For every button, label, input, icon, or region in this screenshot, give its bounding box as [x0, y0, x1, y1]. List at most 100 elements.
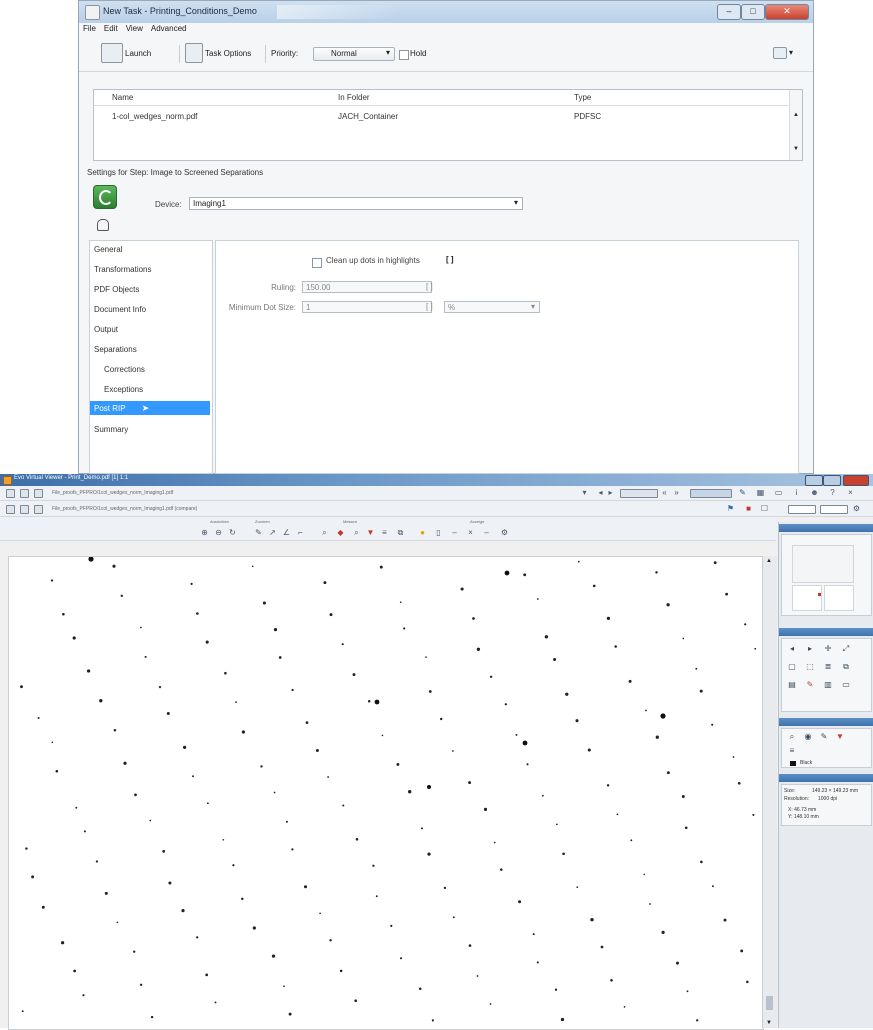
options-menu-icon[interactable]	[773, 47, 787, 59]
nav-item-post-rip[interactable]: Post RIP ➤	[90, 401, 210, 415]
file-type-cell[interactable]: PDFSC	[574, 112, 601, 121]
image-canvas[interactable]	[8, 556, 764, 1030]
window-icon[interactable]: ▭	[842, 681, 850, 689]
angle-icon[interactable]: ∠	[282, 528, 291, 537]
checkbox-icon[interactable]: ☐	[760, 504, 769, 513]
prev-page-icon[interactable]: ◂	[596, 488, 605, 497]
minimize-button[interactable]	[805, 475, 823, 486]
hand-icon[interactable]: ◂	[788, 645, 796, 653]
nav-item-document-info[interactable]: Document Info	[94, 305, 146, 314]
copy-icon[interactable]: ⧉	[842, 663, 850, 671]
close-button[interactable]	[843, 475, 869, 486]
flag-icon[interactable]: ⚑	[726, 504, 735, 513]
last-page-icon[interactable]: »	[672, 488, 681, 497]
nav-item-output[interactable]: Output	[94, 325, 118, 334]
first-page-icon[interactable]: «	[660, 488, 669, 497]
gear-icon[interactable]: ⚙	[500, 528, 509, 537]
nav-item-transformations[interactable]: Transformations	[94, 265, 152, 274]
reload-icon[interactable]	[34, 505, 43, 514]
zoom-field[interactable]	[690, 489, 732, 498]
minus-icon[interactable]: –	[482, 528, 491, 537]
column-header-folder[interactable]: In Folder	[338, 93, 370, 102]
task-options-button[interactable]: Task Options	[205, 45, 251, 63]
minimize-button[interactable]: –	[717, 4, 741, 20]
brackets-icon[interactable]: [ ]	[426, 282, 433, 291]
nav-item-exceptions[interactable]: Exceptions	[104, 385, 143, 394]
color-swatch-icon[interactable]: ■	[744, 504, 753, 513]
rotate-icon[interactable]: ↻	[228, 528, 237, 537]
refresh-step-icon[interactable]	[93, 185, 117, 209]
maximize-button[interactable]	[823, 475, 841, 486]
settings-icon[interactable]: ⚙	[852, 504, 861, 513]
ruling-input[interactable]: 150.00	[302, 281, 432, 293]
close-icon[interactable]: ×	[846, 488, 855, 497]
scroll-up-icon[interactable]: ▲	[766, 558, 772, 564]
grid-icon[interactable]: ▦	[756, 488, 765, 497]
chevron-down-icon[interactable]: ▾	[789, 44, 793, 62]
scroll-down-icon[interactable]: ▼	[766, 1020, 772, 1026]
unit-select[interactable]: % ▾	[444, 301, 540, 313]
reload-icon[interactable]	[34, 489, 43, 498]
brackets-icon[interactable]: [ ]	[426, 302, 433, 311]
page-thumbnail[interactable]	[792, 545, 854, 583]
chevron-down-icon[interactable]: ▾	[580, 488, 589, 497]
ruler-icon[interactable]: ▭	[774, 488, 783, 497]
help-icon[interactable]: ?	[828, 488, 837, 497]
file-name-cell[interactable]: 1-col_wedges_norm.pdf	[112, 112, 197, 121]
scroll-up-icon[interactable]: ▲	[793, 112, 799, 118]
min-dot-size-input[interactable]: 1	[302, 301, 432, 313]
close-icon[interactable]: ×	[466, 528, 475, 537]
launch-icon[interactable]	[101, 43, 123, 63]
menu-view[interactable]: View	[122, 23, 147, 34]
menu-file[interactable]: File	[79, 23, 100, 34]
chart-icon[interactable]: ▥	[824, 681, 832, 689]
pointer-icon[interactable]: ▸	[806, 645, 814, 653]
nav-item-general[interactable]: General	[94, 245, 122, 254]
close-button[interactable]: ✕	[765, 4, 809, 20]
open-file-icon[interactable]	[6, 489, 15, 498]
print-icon[interactable]: ▤	[788, 681, 796, 689]
select-icon[interactable]: ⬚	[806, 663, 814, 671]
color-picker-icon[interactable]: ✎	[738, 488, 747, 497]
compare-field-2[interactable]	[820, 505, 848, 514]
save-icon[interactable]	[20, 505, 29, 514]
nav-item-corrections[interactable]: Corrections	[104, 365, 145, 374]
device-select[interactable]: Imaging1 ▾	[189, 197, 523, 210]
crop-icon[interactable]: ⌐	[296, 528, 305, 537]
priority-select[interactable]: Normal ▾	[313, 47, 395, 61]
layers-icon[interactable]: ≡	[380, 528, 389, 537]
page-icon[interactable]: ▯	[434, 528, 443, 537]
pencil-icon[interactable]: ✎	[254, 528, 263, 537]
user-icon[interactable]: ☻	[810, 488, 819, 497]
target-icon[interactable]: ✛	[824, 645, 832, 653]
page-thumbnail[interactable]	[792, 585, 822, 611]
maximize-button[interactable]: □	[741, 4, 765, 20]
compare-icon[interactable]: ⧉	[396, 528, 405, 537]
save-icon[interactable]	[20, 489, 29, 498]
notification-bell-icon[interactable]	[97, 219, 109, 231]
scroll-down-icon[interactable]: ▼	[793, 146, 799, 152]
open-file-icon[interactable]	[6, 505, 15, 514]
marker-icon[interactable]: ◆	[336, 528, 345, 537]
task-titlebar[interactable]: New Task - Printing_Conditions_Demo – □ …	[79, 1, 813, 24]
fit-icon[interactable]: ⤢	[842, 645, 850, 653]
brackets-icon[interactable]: [ ]	[446, 255, 454, 264]
table-scrollbar[interactable]: ▲ ▼	[789, 90, 802, 160]
paint-icon[interactable]: ▼	[836, 733, 844, 741]
primary-file-path[interactable]: File_proofs_PFPRO/1col_wedges_norm_Imagi…	[52, 490, 173, 496]
menu-advanced[interactable]: Advanced	[147, 23, 191, 34]
page-thumbnail[interactable]	[824, 585, 854, 611]
next-page-icon[interactable]: ▸	[606, 488, 615, 497]
zoom-in-icon[interactable]: ⊕	[200, 528, 209, 537]
nav-item-separations[interactable]: Separations	[94, 345, 137, 354]
cleanup-dots-checkbox[interactable]	[312, 258, 322, 268]
compare-file-path[interactable]: File_proofs_PFPRO/1col_wedges_norm_Imagi…	[52, 506, 197, 512]
task-options-icon[interactable]	[185, 43, 203, 63]
canvas-scrollbar[interactable]: ▲ ▼	[762, 556, 777, 1028]
launch-button[interactable]: Launch	[125, 45, 151, 63]
magnifier-icon[interactable]: ⌕	[788, 733, 796, 741]
compare-field-1[interactable]	[788, 505, 816, 514]
frame-icon[interactable]: ▢	[788, 663, 796, 671]
info-icon[interactable]: i	[792, 488, 801, 497]
zoom-icon[interactable]: ⌕	[320, 528, 329, 537]
